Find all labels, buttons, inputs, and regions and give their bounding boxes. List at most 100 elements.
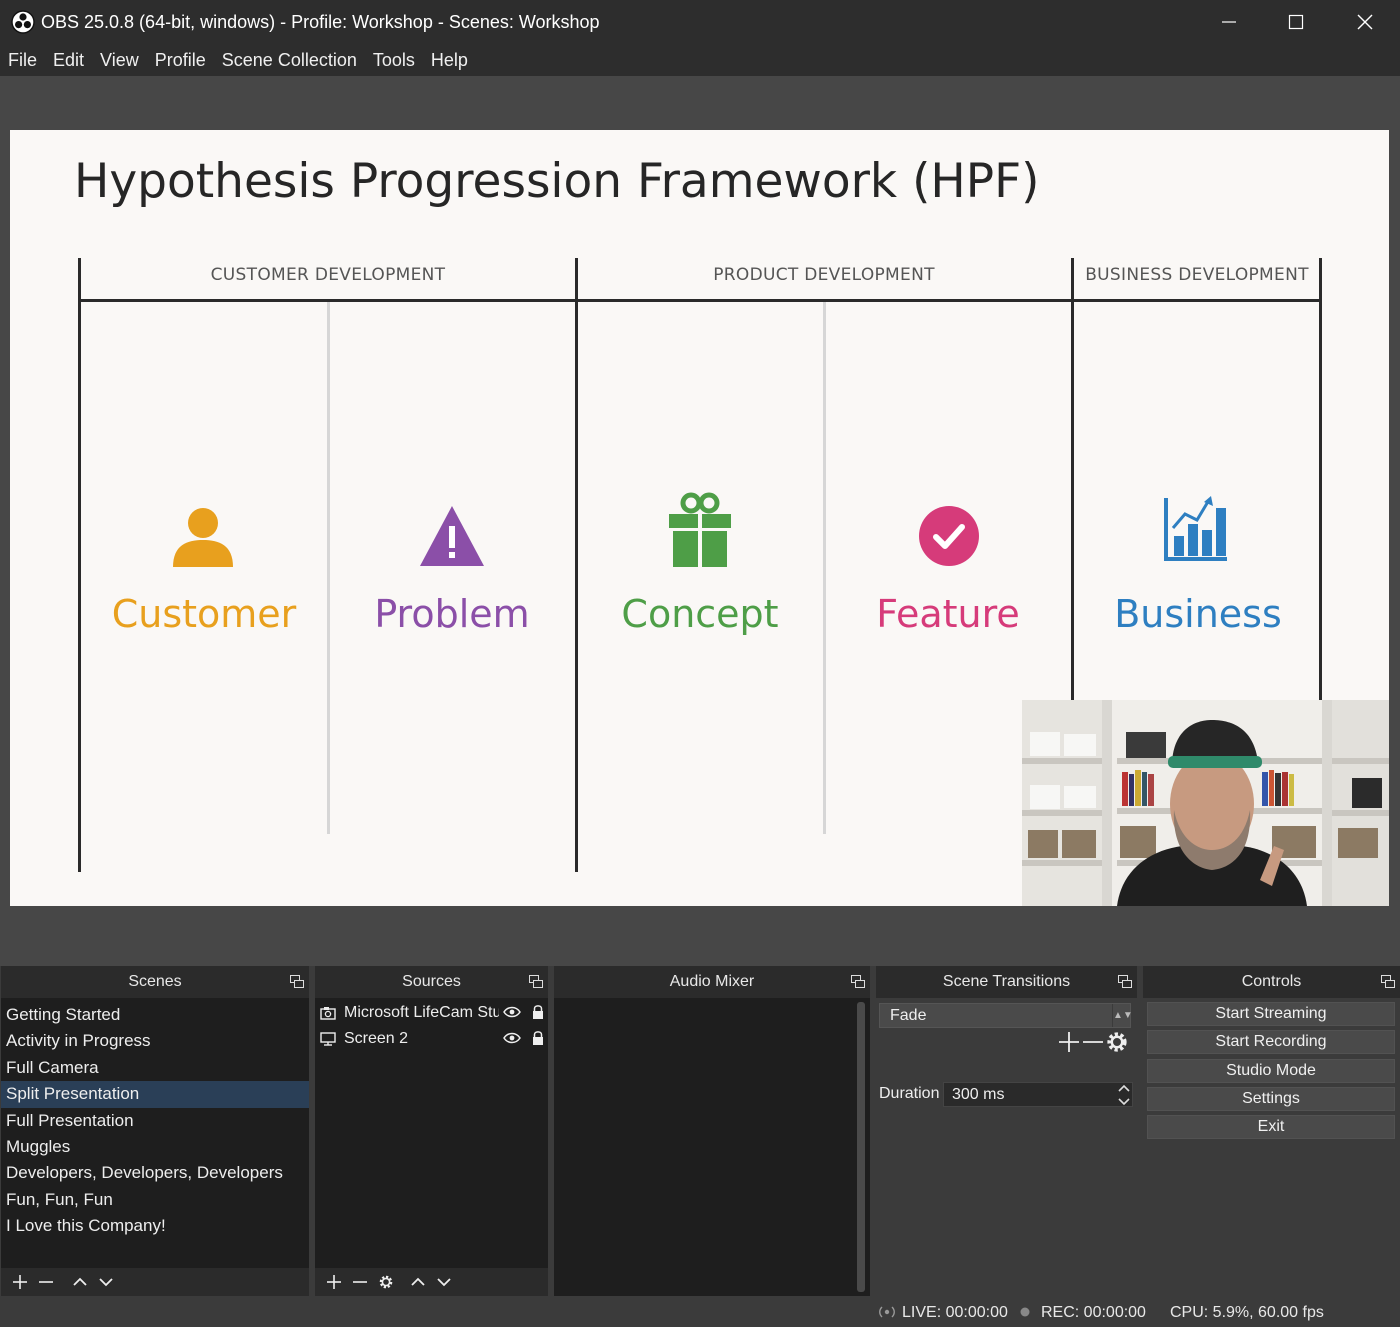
menu-profile[interactable]: Profile bbox=[155, 50, 206, 71]
undock-icon[interactable] bbox=[851, 975, 865, 989]
column-label-feature: Feature bbox=[876, 592, 1020, 636]
gear-icon[interactable] bbox=[1106, 1031, 1128, 1053]
settings-button[interactable]: Settings bbox=[1147, 1087, 1395, 1111]
add-scene-button[interactable] bbox=[7, 1270, 33, 1294]
exit-button[interactable]: Exit bbox=[1147, 1115, 1395, 1139]
section-business-development: BUSINESS DEVELOPMENT bbox=[1085, 265, 1309, 285]
menu-help[interactable]: Help bbox=[431, 50, 468, 71]
transition-select[interactable]: Fade ▲▼ bbox=[879, 1003, 1133, 1028]
controls-dock: Controls Start Streaming Start Recording… bbox=[1143, 966, 1400, 1296]
source-properties-button[interactable] bbox=[373, 1270, 399, 1294]
cpu-fps-readout: CPU: 5.9%, 60.00 fps bbox=[1170, 1304, 1324, 1321]
scene-item[interactable]: Fun, Fun, Fun bbox=[1, 1187, 309, 1213]
audio-mixer-dock-title: Audio Mixer bbox=[669, 973, 755, 990]
lock-icon[interactable] bbox=[531, 1004, 545, 1020]
move-source-up-button[interactable] bbox=[405, 1270, 431, 1294]
column-label-customer: Customer bbox=[111, 592, 297, 636]
scene-item[interactable]: Full Presentation bbox=[1, 1108, 309, 1134]
duration-spinner-icon[interactable] bbox=[1117, 1082, 1131, 1108]
start-streaming-button[interactable]: Start Streaming bbox=[1147, 1002, 1395, 1026]
scene-item[interactable]: Activity in Progress bbox=[1, 1028, 309, 1054]
transitions-body: Fade ▲▼ Duration 300 ms bbox=[876, 998, 1137, 1296]
source-item[interactable]: Screen 2 bbox=[315, 1026, 548, 1052]
visibility-eye-icon[interactable] bbox=[503, 1031, 521, 1045]
rec-timer: REC: 00:00:00 bbox=[1041, 1304, 1146, 1321]
duration-value: 300 ms bbox=[952, 1086, 1005, 1103]
close-button[interactable] bbox=[1331, 0, 1399, 44]
maximize-button[interactable] bbox=[1262, 0, 1330, 44]
plus-icon bbox=[327, 1275, 341, 1289]
duration-input[interactable]: 300 ms bbox=[943, 1082, 1133, 1107]
minimize-button[interactable] bbox=[1195, 0, 1263, 44]
undock-icon[interactable] bbox=[1118, 975, 1132, 989]
chevron-up-icon bbox=[411, 1277, 425, 1286]
broadcast-icon bbox=[879, 1306, 895, 1318]
column-label-concept: Concept bbox=[621, 592, 779, 636]
minimize-icon bbox=[1222, 21, 1236, 23]
sources-toolbar bbox=[315, 1268, 548, 1296]
move-scene-down-button[interactable] bbox=[93, 1270, 119, 1294]
minus-icon bbox=[353, 1281, 367, 1283]
scenes-dock-header: Scenes bbox=[1, 966, 309, 998]
studio-mode-button[interactable]: Studio Mode bbox=[1147, 1059, 1395, 1083]
scene-item-selected[interactable]: Split Presentation bbox=[1, 1081, 309, 1108]
chevron-up-icon bbox=[73, 1277, 87, 1286]
menu-tools[interactable]: Tools bbox=[373, 50, 415, 71]
menu-edit[interactable]: Edit bbox=[53, 50, 84, 71]
undock-icon[interactable] bbox=[529, 975, 543, 989]
visibility-eye-icon[interactable] bbox=[503, 1005, 521, 1019]
controls-dock-header: Controls bbox=[1143, 966, 1400, 998]
duration-label: Duration bbox=[879, 1085, 940, 1102]
webcam-image bbox=[1022, 700, 1389, 906]
sources-dock-header: Sources bbox=[315, 966, 548, 998]
controls-body: Start Streaming Start Recording Studio M… bbox=[1143, 998, 1400, 1296]
menu-file[interactable]: File bbox=[8, 50, 37, 71]
gift-icon bbox=[669, 492, 731, 567]
menu-scene-collection[interactable]: Scene Collection bbox=[222, 50, 357, 71]
undock-icon[interactable] bbox=[1381, 975, 1395, 989]
plus-icon bbox=[13, 1275, 27, 1289]
undock-icon[interactable] bbox=[290, 975, 304, 989]
lock-icon[interactable] bbox=[531, 1030, 545, 1046]
warning-icon bbox=[420, 506, 484, 566]
controls-dock-title: Controls bbox=[1241, 973, 1302, 990]
add-source-button[interactable] bbox=[321, 1270, 347, 1294]
scene-item[interactable]: Full Camera bbox=[1, 1055, 309, 1081]
section-product-development: PRODUCT DEVELOPMENT bbox=[713, 265, 935, 285]
transitions-dock-header: Scene Transitions bbox=[876, 966, 1137, 998]
menu-view[interactable]: View bbox=[100, 50, 139, 71]
chevron-down-icon bbox=[99, 1278, 113, 1287]
slide-title: Hypothesis Progression Framework (HPF) bbox=[74, 154, 1040, 209]
source-name: Screen 2 bbox=[344, 1030, 409, 1047]
sources-dock: Sources Microsoft LifeCam Studio Screen … bbox=[315, 966, 548, 1296]
scene-item[interactable]: Developers, Developers, Developers bbox=[1, 1160, 309, 1186]
remove-source-button[interactable] bbox=[347, 1270, 373, 1294]
scenes-dock-title: Scenes bbox=[128, 973, 182, 990]
audio-mixer-scrollbar[interactable] bbox=[857, 1002, 865, 1292]
title-bar[interactable]: OBS 25.0.8 (64-bit, windows) - Profile: … bbox=[0, 0, 1400, 44]
bar-chart-icon bbox=[1164, 496, 1227, 561]
column-label-business: Business bbox=[1114, 592, 1282, 636]
column-divider bbox=[327, 302, 330, 834]
plus-icon[interactable] bbox=[1058, 1031, 1080, 1053]
gear-icon bbox=[379, 1275, 393, 1289]
scene-item[interactable]: I Love this Company! bbox=[1, 1213, 309, 1239]
minus-icon[interactable] bbox=[1082, 1031, 1104, 1053]
scene-item[interactable]: Getting Started bbox=[1, 1002, 309, 1028]
scenes-dock: Scenes Getting Started Activity in Progr… bbox=[1, 966, 309, 1296]
minus-icon bbox=[39, 1281, 53, 1283]
webcam-feed bbox=[1022, 700, 1389, 906]
move-source-down-button[interactable] bbox=[431, 1270, 457, 1294]
scene-item[interactable]: Muggles bbox=[1, 1134, 309, 1160]
start-recording-button[interactable]: Start Recording bbox=[1147, 1030, 1395, 1054]
move-scene-up-button[interactable] bbox=[67, 1270, 93, 1294]
monitor-icon bbox=[320, 1032, 336, 1046]
record-indicator-icon bbox=[1020, 1307, 1030, 1317]
remove-scene-button[interactable] bbox=[33, 1270, 59, 1294]
person-icon bbox=[173, 508, 233, 567]
sources-list: Microsoft LifeCam Studio Screen 2 bbox=[315, 998, 548, 1052]
scenes-list: Getting Started Activity in Progress Ful… bbox=[1, 998, 309, 1240]
source-item[interactable]: Microsoft LifeCam Studio bbox=[315, 1000, 548, 1026]
chevron-down-icon bbox=[437, 1278, 451, 1287]
transition-toolbar bbox=[1058, 1031, 1128, 1053]
